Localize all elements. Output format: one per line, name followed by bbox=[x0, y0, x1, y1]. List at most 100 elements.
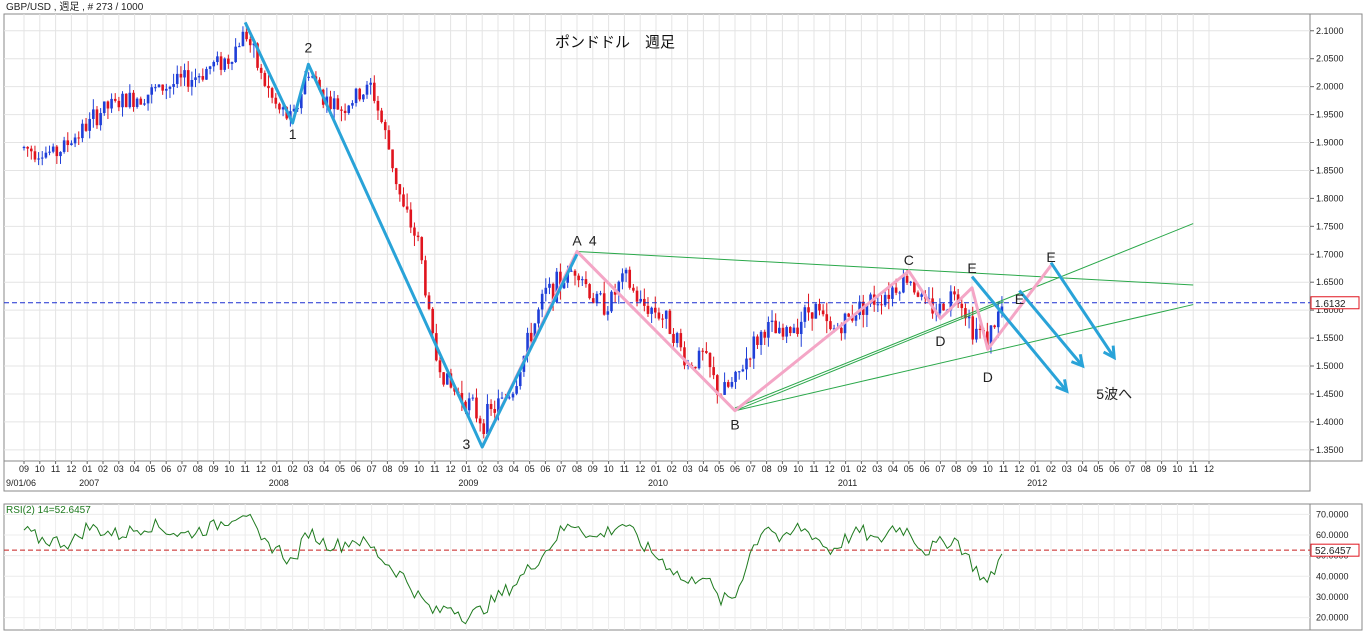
candle-body bbox=[373, 82, 376, 101]
candle-body bbox=[29, 148, 33, 152]
wave-label: E bbox=[967, 260, 976, 276]
x-year-label: 2012 bbox=[1027, 478, 1047, 488]
wave-label: B bbox=[730, 417, 739, 433]
wave-label: 4 bbox=[589, 232, 597, 248]
candle-body bbox=[391, 149, 394, 169]
candle-body bbox=[219, 56, 223, 70]
candle-body bbox=[938, 303, 942, 314]
candle-body bbox=[967, 316, 971, 319]
x-tick-label: 03 bbox=[872, 464, 882, 474]
x-tick-label: 11 bbox=[999, 464, 1008, 474]
candle-body bbox=[216, 56, 219, 63]
x-tick-label: 01 bbox=[82, 464, 92, 474]
candle-body bbox=[993, 325, 996, 328]
candle-body bbox=[205, 68, 208, 80]
candle-body bbox=[183, 70, 186, 78]
wave-label: 1 bbox=[289, 126, 297, 142]
candle-body bbox=[650, 307, 653, 314]
candle-body bbox=[132, 92, 135, 107]
candle-body bbox=[81, 123, 84, 139]
candle-body bbox=[190, 79, 194, 87]
x-tick-label: 06 bbox=[351, 464, 361, 474]
y-tick-label: 1.4500 bbox=[1316, 389, 1344, 399]
x-tick-label: 07 bbox=[1125, 464, 1135, 474]
candle-body bbox=[248, 39, 252, 46]
candle-body bbox=[734, 371, 737, 382]
x-tick-label: 06 bbox=[730, 464, 740, 474]
x-tick-label: 03 bbox=[1062, 464, 1072, 474]
candle-body bbox=[960, 303, 964, 309]
x-tick-label: 03 bbox=[683, 464, 693, 474]
candle-body bbox=[329, 96, 332, 110]
candle-body bbox=[208, 66, 212, 69]
x-tick-label: 09 bbox=[1157, 464, 1167, 474]
candle-body bbox=[646, 305, 650, 314]
candle-body bbox=[894, 287, 898, 293]
candle-body bbox=[580, 279, 584, 281]
candle-body bbox=[351, 103, 354, 106]
wave-label: A bbox=[572, 232, 582, 248]
candle-body bbox=[624, 269, 628, 274]
candle-body bbox=[920, 294, 923, 297]
candle-body bbox=[73, 137, 77, 144]
candle-body bbox=[508, 397, 511, 399]
candle-body bbox=[770, 320, 774, 323]
candle-body bbox=[376, 100, 380, 111]
candle-body bbox=[26, 146, 29, 149]
rsi-tick-label: 30.0000 bbox=[1316, 592, 1349, 602]
candle-body bbox=[803, 307, 807, 322]
candle-body bbox=[438, 360, 442, 373]
x-tick-label: 04 bbox=[509, 464, 519, 474]
x-tick-label: 06 bbox=[1109, 464, 1119, 474]
candle-body bbox=[818, 303, 821, 311]
candle-body bbox=[22, 146, 26, 149]
x-tick-label: 02 bbox=[667, 464, 677, 474]
candle-body bbox=[263, 72, 267, 86]
x-tick-label: 10 bbox=[604, 464, 614, 474]
candle-body bbox=[610, 291, 613, 312]
candle-body bbox=[548, 283, 551, 288]
x-tick-label: 12 bbox=[66, 464, 76, 474]
x-tick-label: 12 bbox=[256, 464, 266, 474]
candle-body bbox=[340, 109, 343, 111]
candle-body bbox=[40, 157, 44, 159]
y-tick-label: 1.6500 bbox=[1316, 277, 1344, 287]
x-tick-label: 11 bbox=[620, 464, 629, 474]
candle-body bbox=[726, 382, 730, 387]
candle-body bbox=[478, 418, 482, 424]
rsi-tick-label: 60.0000 bbox=[1316, 530, 1349, 540]
candle-body bbox=[595, 293, 599, 304]
candle-body bbox=[486, 403, 489, 435]
candle-body bbox=[336, 98, 340, 110]
x-tick-label: 04 bbox=[130, 464, 140, 474]
candle-body bbox=[752, 336, 756, 359]
x-tick-label: 07 bbox=[746, 464, 756, 474]
candle-body bbox=[807, 307, 810, 313]
x-tick-label: 04 bbox=[698, 464, 708, 474]
candle-body bbox=[639, 298, 642, 302]
candle-body bbox=[621, 273, 624, 282]
candle-body bbox=[515, 386, 518, 394]
x-tick-label: 09 bbox=[777, 464, 787, 474]
candle-body bbox=[661, 318, 664, 320]
candle-body bbox=[675, 333, 679, 343]
x-tick-label: 10 bbox=[983, 464, 993, 474]
x-tick-label: 09 bbox=[398, 464, 408, 474]
x-tick-label: 01 bbox=[651, 464, 661, 474]
candle-body bbox=[179, 73, 183, 78]
candle-body bbox=[672, 333, 675, 343]
y-tick-label: 2.0000 bbox=[1316, 82, 1344, 92]
candle-body bbox=[398, 184, 402, 195]
candle-body bbox=[62, 140, 66, 152]
candle-body bbox=[44, 152, 48, 158]
rsi-axis-panel bbox=[1309, 503, 1363, 631]
candle-body bbox=[880, 304, 883, 306]
x-tick-label: 10 bbox=[793, 464, 803, 474]
candle-body bbox=[55, 146, 59, 157]
candle-body bbox=[135, 98, 139, 107]
x-tick-label: 10 bbox=[224, 464, 234, 474]
y-tick-label: 1.7500 bbox=[1316, 221, 1344, 231]
wave-label: 2 bbox=[305, 40, 313, 56]
candle-body bbox=[77, 137, 81, 139]
x-tick-label: 09 bbox=[209, 464, 219, 474]
